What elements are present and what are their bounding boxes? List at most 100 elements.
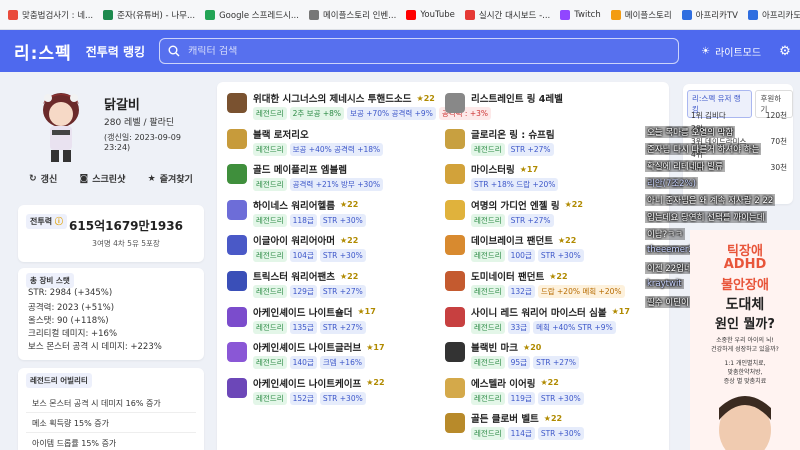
equipment-item[interactable]: 리스트레인트 링 4레벨 [445,90,660,125]
equipment-item[interactable]: 아케인셰이드 나이트글러브 ★17 레전드리 140급 크뎀 +16% [227,339,442,374]
item-star-force: ★20 [523,342,542,352]
item-option-tag: STR +30% [319,391,366,405]
divider [26,412,196,413]
item-option-tag: STR +27% [507,142,554,156]
item-option-tag: 레전드리 [471,285,505,298]
search-input[interactable] [188,45,649,57]
divider [26,432,196,433]
item-option-tag: STR +30% [319,249,366,263]
equipment-item[interactable]: 마이스터링 ★17 STR +18% 드랍 +20% [445,161,660,196]
bookmark-label: 실시간 대시보드 -... [478,10,551,21]
item-star-force: ★22 [366,378,385,388]
equipment-item[interactable]: 골드 메이플리프 엠블렘 레전드리 공격력 +21% 방무 +30% [227,161,442,196]
item-name: 위대한 시그너스의 제네시스 투핸드소드 [253,94,412,105]
bookmark-item[interactable]: Google 스프레드시... [205,9,299,21]
site-logo[interactable]: 리:스펙 [14,39,72,64]
favorite-button[interactable]: ★ 즐겨찾기 [148,172,193,186]
chat-message: 확실에 리테네다 빌류 [645,160,725,172]
bookmark-item[interactable]: Twitch [560,9,601,20]
bookmark-item[interactable]: 메이플스토리 인벤... [308,9,397,21]
screenshot-button[interactable]: ◙ 스크린샷 [80,172,126,186]
item-name: 골드 메이플리프 엠블렘 [253,165,348,177]
ad-line: 증상 별 맞춤치료 [723,378,767,385]
item-name: 트릭스터 워리어팬츠 [253,272,335,283]
gear-icon[interactable]: ⚙ [779,44,791,59]
item-option-tag: 레전드리 [471,391,505,405]
item-icon [227,342,247,363]
equipment-item[interactable]: 아케인셰이드 나이트케이프 ★22 레전드리 152급 STR +30% [227,375,442,410]
item-name: 아케인셰이드 나이트케이프 [253,378,362,390]
character-level: 280 레벨 / 팔라딘 [104,118,175,128]
legendary-header: 레전드리 어빌리티 [26,373,92,388]
item-option-tag: STR +18% 드랍 +20% [471,178,559,192]
item-icon [227,128,247,149]
equipment-item[interactable]: 이글아이 워리어아머 ★22 레전드리 104급 STR +30% [227,232,442,267]
item-star-force: ★22 [540,378,559,388]
bookmark-label: 아프리카도우미 스... [761,10,800,21]
chat-message: 이젠 22입네 [645,262,694,274]
equipment-item[interactable]: 위대한 시그너스의 제네시스 투핸드소드 ★22 레전드리 2추 보공 +8% 보공 +… [227,90,492,125]
bookmark-item[interactable]: 맞춤법검사기 : 네... [8,9,93,21]
item-option-tag: 2추 보공 +8% [289,107,345,120]
chat-text: 확실에 리테네다 빌류 [647,162,723,172]
equipment-item[interactable]: 사이니 레드 워리어 마이스터 심볼 ★17 레전드리 33급 메획 +40% STR … [445,304,660,339]
bookmark-label: 아프리카TV [695,10,738,21]
bookmark-label: 메이플스토리 인벤... [322,10,397,21]
item-icon [445,342,465,363]
item-icon [445,306,465,327]
equipment-item[interactable]: 에스텔라 이어링 ★22 레전드리 119급 STR +30% [445,375,660,410]
ad-line: ADHD [723,257,767,272]
combat-power-value: 615억1679만1936 [69,219,183,233]
bookmark-item[interactable]: 아프리카TV [681,9,738,21]
equipment-item[interactable]: 아케인셰이드 나이트숄더 ★17 레전드리 135급 STR +27% [227,304,442,339]
item-star-force: ★22 [339,271,359,281]
equipment-item[interactable]: 데이브레이크 팬던트 ★22 레전드리 100급 STR +30% [445,232,660,267]
chat-message: 입는데요 당연히 선택를 까이는데 [645,211,767,223]
bookmark-item[interactable]: YouTube [406,9,455,20]
item-name: 마이스터링 [471,165,515,177]
character-avatar [43,93,79,162]
item-star-force: ★22 [557,235,577,245]
bookmark-item[interactable]: 준자(유튜버) - 나무... [103,9,195,21]
equipment-item[interactable]: 하이네스 워리어헬름 ★22 레전드리 118급 STR +30% [227,197,442,232]
equipment-item[interactable]: 블랙 로저리오 레전드리 보공 +40% 공격력 +18% [227,126,442,161]
ad-line: 1:1 개인별치료, [724,360,766,367]
item-option-tag: STR +27% [533,356,579,370]
advertisement-banner[interactable]: 틱장애 ADHD 불안장애 도대체 원인 뭘까? 소중한 우리 아이의 뇌! 건… [690,230,800,450]
equipment-item[interactable]: 여명의 가디언 엔젤 링 ★22 레전드리 STR +27% [445,197,660,232]
item-icon [227,164,247,185]
equipment-item[interactable]: 도미네이터 팬던트 ★22 레전드리 132급 드랍 +20% 메획 +20% [445,268,660,303]
item-icon [227,93,247,113]
ranking-row[interactable]: 1위 김비다 [691,110,726,121]
equipment-item[interactable]: 트릭스터 워리어팬츠 ★22 레전드리 129급 STR +27% [227,268,442,303]
update-date: (갱신일: 2023-09-09 23:24) [104,133,181,152]
chat-message: 준자님 다시 다른거 하셔야 하는 [645,143,762,155]
item-option-tag: 레전드리 [471,427,505,441]
item-icon [227,199,247,220]
chat-text: 이남?ㅋㅋ [647,230,683,240]
child-photo [719,396,771,450]
bookmark-favicon-icon [8,9,18,20]
item-option-tag: 레전드리 [253,285,287,298]
item-option-tag: 119급 [507,391,535,405]
bookmark-label: YouTube [420,9,455,20]
bookmark-label: 맞춤법검사기 : 네... [22,10,94,21]
item-option-tag: 레전드리 [253,249,287,263]
chat-message: kraytwit [645,279,684,289]
bookmark-item[interactable]: 메이플스토리 [610,9,672,21]
bookmark-item[interactable]: 아프리카도우미 스... [747,9,800,21]
item-name: 사이니 레드 워리어 마이스터 심볼 [471,307,607,319]
bookmark-favicon-icon [747,9,758,20]
site-header: 리:스펙 전투력 랭킹 ☀ 라이트모드 ⚙ [0,30,800,72]
equipment-item[interactable]: 골든 클로버 벨트 ★22 레전드리 114급 STR +30% [445,410,660,445]
light-mode-toggle[interactable]: ☀ 라이트모드 [701,44,761,59]
item-option-tag: 레전드리 [253,213,287,227]
equipment-item[interactable]: 글로리온 링 : 슈프림 레전드리 STR +27% [445,126,660,161]
bookmark-item[interactable]: 실시간 대시보드 -... [464,9,551,21]
refresh-button[interactable]: ↻ 갱신 [29,172,57,186]
stat-line: 올스탯: 90 (+118%) [28,316,109,326]
item-star-force: ★22 [416,93,435,103]
search-box[interactable] [159,38,680,64]
nav-power-ranking[interactable]: 전투력 랭킹 [86,43,145,60]
equipment-item[interactable]: 블랙빈 마크 ★20 레전드리 95급 STR +27% [445,339,660,374]
